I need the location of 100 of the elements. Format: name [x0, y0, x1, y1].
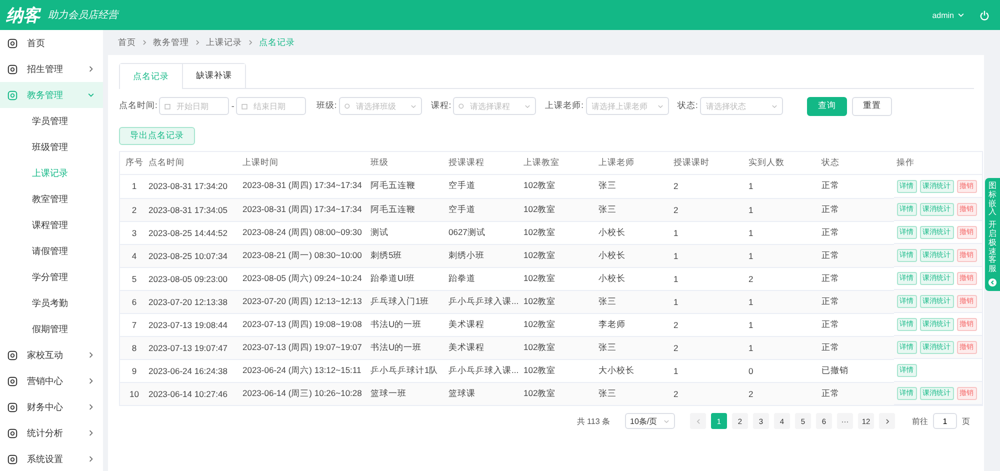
- previous-page-button[interactable]: [690, 413, 706, 429]
- sidebar-subitem[interactable]: 班级管理: [0, 134, 103, 160]
- breadcrumb-link[interactable]: 点名记录: [259, 36, 295, 48]
- menu-item-icon: [7, 454, 18, 464]
- column-header: 上课老师: [596, 152, 670, 174]
- sidebar-subitem[interactable]: 教室管理: [0, 186, 103, 212]
- chevron-down-icon: [524, 102, 532, 110]
- calendar-icon: [241, 102, 248, 110]
- export-button[interactable]: 导出点名记录: [119, 127, 195, 145]
- table-cell: 1: [746, 313, 818, 336]
- table-cell: 102教室: [520, 198, 596, 221]
- table-cell: 1: [670, 359, 746, 382]
- table-cell: 2023-06-14 (周三) 10:26~10:28: [240, 382, 368, 406]
- table-cell: 乒小乓乒球计1队: [368, 359, 446, 382]
- table-cell: 4: [120, 244, 146, 267]
- filter-label: 上课老师:: [545, 100, 584, 112]
- page-number-field[interactable]: 1: [933, 413, 957, 429]
- column-header: 上课教室: [520, 152, 596, 174]
- logo-text: 纳客: [6, 4, 40, 26]
- breadcrumb-link[interactable]: 首页: [118, 36, 136, 48]
- sidebar-item[interactable]: 营销中心: [0, 368, 103, 394]
- reset-button[interactable]: 重置: [852, 96, 892, 116]
- table-cell: 2: [670, 174, 746, 198]
- chevron-left-icon: [694, 418, 702, 424]
- search-icon: [344, 102, 351, 110]
- table-cell: 篮球课: [446, 382, 520, 406]
- column-header: 序号: [120, 152, 146, 174]
- menu-item-icon: [7, 402, 18, 412]
- user-menu[interactable]: admin: [932, 10, 965, 20]
- sidebar-subitem[interactable]: 学员管理: [0, 108, 103, 134]
- table-cell: 乒乓球入门1班: [368, 290, 446, 313]
- sidebar-subitem[interactable]: 学分管理: [0, 264, 103, 290]
- chevron-down-icon: [957, 11, 965, 19]
- sidebar-item[interactable]: 首页: [0, 30, 103, 56]
- power-icon[interactable]: [979, 10, 990, 20]
- table-cell: 2023-06-24 16:24:38: [146, 359, 240, 382]
- filter-label: 点名时间:: [119, 100, 158, 112]
- sidebar-item[interactable]: 招生管理: [0, 56, 103, 82]
- table-cell: 102教室: [520, 290, 596, 313]
- table-cell: 书法U的一班: [368, 336, 446, 359]
- table-cell: 1: [670, 244, 746, 267]
- table-cell: 小校长: [596, 244, 670, 267]
- breadcrumb-separator-icon: [247, 39, 254, 46]
- table-cell: 小校长: [596, 221, 670, 244]
- chevron-right-icon: [884, 418, 890, 424]
- table-cell: 2: [670, 313, 746, 336]
- table-cell: 0: [746, 359, 818, 382]
- sidebar-subitem[interactable]: 学员考勤: [0, 290, 103, 316]
- breadcrumb-link[interactable]: 上课记录: [206, 36, 242, 48]
- circle-arrow-icon: [988, 278, 997, 287]
- select-field[interactable]: 请选择状态: [700, 97, 783, 115]
- table-cell: 张三: [596, 336, 670, 359]
- column-header: 实到人数: [746, 152, 818, 174]
- table-cell: 2023-07-20 (周四) 12:13~12:13: [240, 290, 368, 313]
- chevron-right-icon: [87, 429, 95, 437]
- page-size-select[interactable]: 10条/页: [625, 413, 675, 429]
- next-page-button[interactable]: [879, 413, 895, 429]
- breadcrumb-link[interactable]: 教务管理: [153, 36, 189, 48]
- side-service-tab[interactable]: 图标嵌入 开启极速客服: [985, 178, 1000, 291]
- table-cell: 正常: [818, 382, 894, 406]
- sidebar-item[interactable]: 统计分析: [0, 420, 103, 446]
- sidebar-subitem[interactable]: 课程管理: [0, 212, 103, 238]
- table-cell: 1: [746, 244, 818, 267]
- sidebar-subitem[interactable]: 假期管理: [0, 316, 103, 342]
- tab[interactable]: 点名记录: [120, 64, 183, 89]
- chevron-right-icon: [87, 455, 95, 463]
- sidebar-item[interactable]: 系统设置: [0, 446, 103, 471]
- table-cell: 1: [746, 336, 818, 359]
- table-cell: 102教室: [520, 382, 596, 406]
- search-button[interactable]: 查询: [806, 96, 847, 116]
- sidebar-item[interactable]: 财务中心: [0, 394, 103, 420]
- column-header: 点名时间: [146, 152, 240, 174]
- table-cell: 刺绣5班: [368, 244, 446, 267]
- table-cell: 2023-07-13 19:08:44: [146, 313, 240, 336]
- date-field[interactable]: 结束日期: [236, 97, 306, 115]
- table-cell: 乒小乓乒球入课...: [446, 359, 520, 382]
- table-cell: 跆拳道: [446, 267, 520, 290]
- table-cell: 篮球一班: [368, 382, 446, 406]
- chevron-down-icon: [656, 102, 664, 110]
- select-field[interactable]: 请选择班级: [338, 97, 422, 115]
- table-cell: 已撤销: [818, 359, 894, 382]
- sidebar-subitem[interactable]: 请假管理: [0, 238, 103, 264]
- chevron-down-icon: [410, 102, 417, 110]
- menu-item-icon: [7, 350, 18, 360]
- sidebar-item[interactable]: 家校互动: [0, 342, 103, 368]
- menu-item-icon: [7, 90, 18, 100]
- table-cell: 2023-07-13 19:07:47: [146, 336, 240, 359]
- table-cell: 102教室: [520, 359, 596, 382]
- sidebar-subitem[interactable]: 上课记录: [0, 160, 103, 186]
- sidebar-item[interactable]: 教务管理: [0, 82, 103, 108]
- select-field[interactable]: 请选择课程: [453, 97, 536, 115]
- select-field[interactable]: 请选择上课老师: [586, 97, 668, 115]
- table-cell: 正常: [818, 244, 894, 267]
- table-cell: 102教室: [520, 267, 596, 290]
- table-cell: 102教室: [520, 336, 596, 359]
- table-cell: 7: [120, 313, 146, 336]
- date-field[interactable]: 开始日期: [159, 97, 230, 115]
- chevron-down-icon: [87, 91, 95, 99]
- total-count: 共 113 条: [576, 416, 610, 426]
- table-cell: 测试: [368, 221, 446, 244]
